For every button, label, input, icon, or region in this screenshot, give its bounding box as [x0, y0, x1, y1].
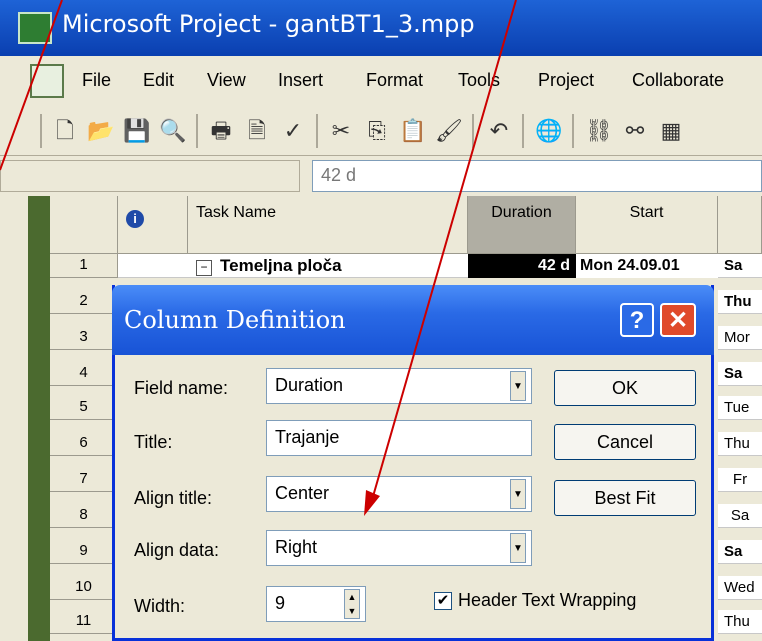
annotation-arrowhead: [364, 490, 380, 516]
annotation-overlay: [0, 0, 517, 516]
annotation-arrow: [371, 0, 517, 501]
annotation-line-left: [0, 0, 63, 171]
